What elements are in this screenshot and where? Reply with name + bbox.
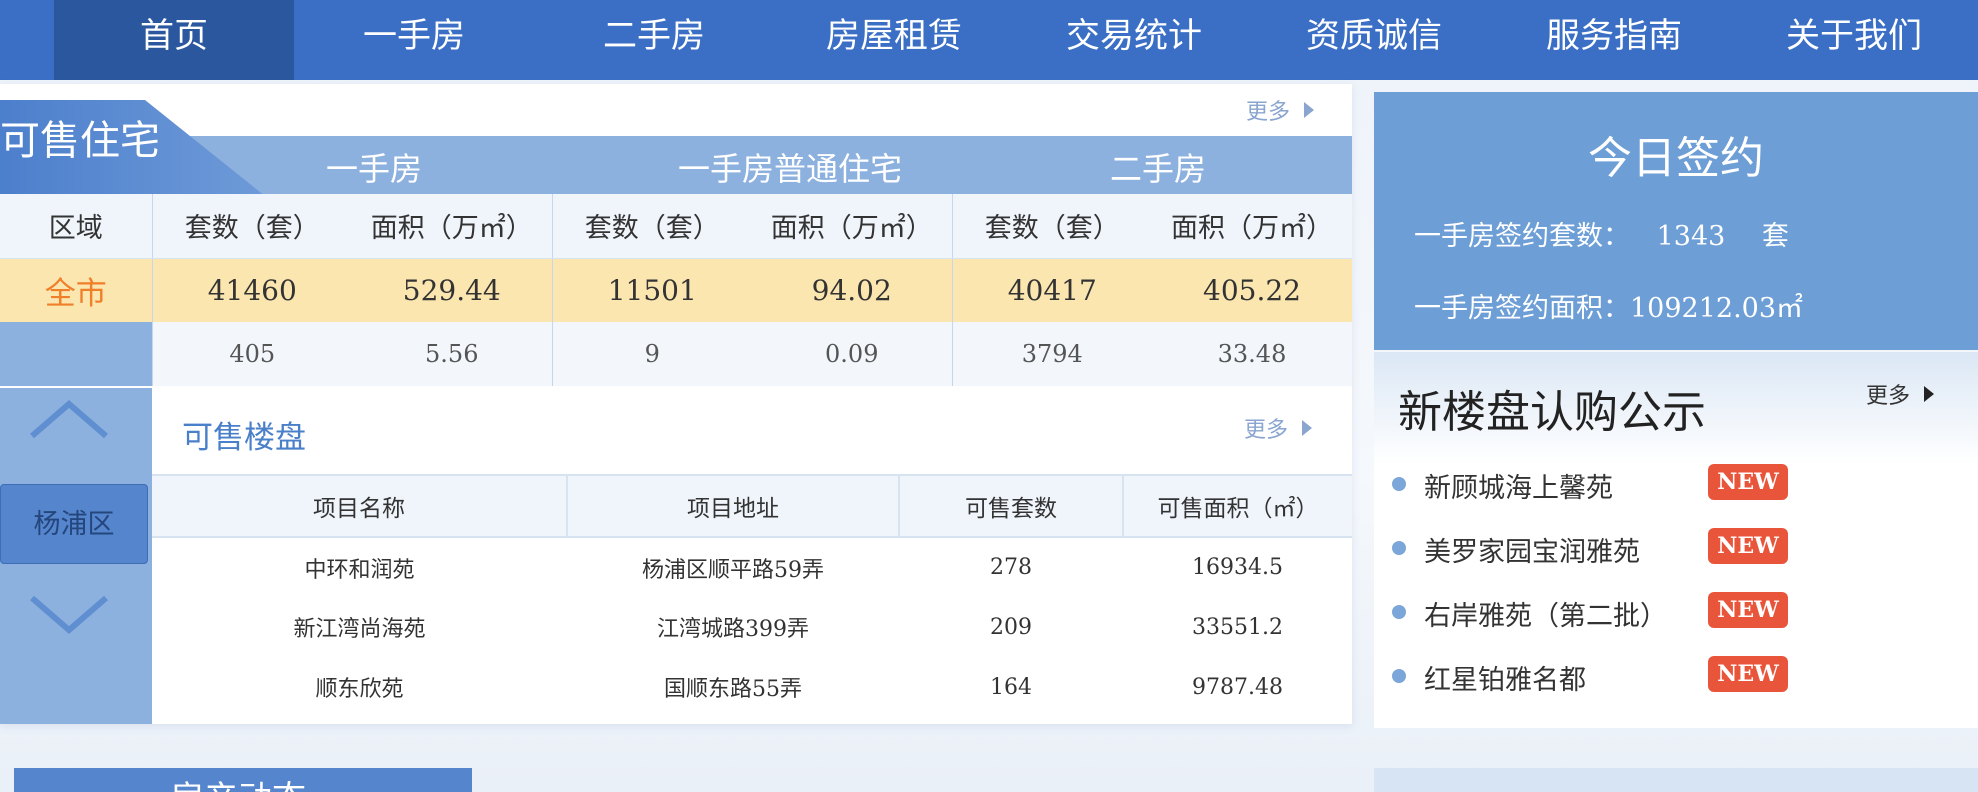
table-cell: 5.56 [352, 322, 552, 386]
triangle-right-icon [1924, 386, 1935, 402]
more-label: 更多 [1244, 418, 1289, 443]
table-cell: 0.09 [752, 322, 952, 386]
tab-available-housing[interactable]: 可售住宅 [0, 108, 160, 166]
table-cell: 3794 [951, 322, 1152, 386]
more-label: 更多 [1246, 100, 1291, 125]
col-count: 套数（套） [551, 194, 752, 259]
today-sign-title: 今日签约 [1588, 133, 1764, 184]
stats-header-row: 区域 套数（套） 面积（万㎡） 套数（套） 面积（万㎡） 套数（套） 面积（万㎡… [0, 194, 1352, 259]
district-row-spacer [0, 322, 152, 386]
project-units: 164 [899, 657, 1123, 717]
projects-more-link[interactable]: 更多 [1244, 412, 1313, 444]
district-selector-button[interactable]: 杨浦区 [0, 484, 148, 564]
sign-count-label: 一手房签约套数： [1414, 221, 1630, 252]
stats-table: 区域 套数（套） 面积（万㎡） 套数（套） 面积（万㎡） 套数（套） 面积（万㎡… [0, 194, 1352, 386]
table-cell: 40417 [951, 258, 1152, 322]
project-address: 江湾城路399弄 [567, 597, 899, 657]
bottom-right-panel [1374, 768, 1978, 792]
citywide-label: 全市 [0, 258, 152, 322]
table-row[interactable]: 顺东欣苑 国顺东路55弄 164 9787.48 [152, 657, 1352, 717]
sign-area-label: 一手房签约面积： [1414, 293, 1630, 324]
project-units: 209 [899, 597, 1123, 657]
col-project-name: 项目名称 [152, 474, 567, 538]
project-name[interactable]: 顺东欣苑 [152, 657, 567, 717]
bullet-icon [1392, 605, 1406, 619]
col-area: 面积（万㎡） [752, 194, 952, 259]
bottom-left-title[interactable]: 房产动态 [170, 782, 306, 792]
nav-item-home[interactable]: 首页 [54, 0, 294, 80]
table-cell: 94.02 [752, 258, 952, 322]
table-cell: 11501 [551, 258, 752, 322]
projects-title: 可售楼盘 [182, 420, 306, 456]
bullet-icon [1392, 669, 1406, 683]
new-badge: NEW [1708, 464, 1788, 500]
nav-item-about[interactable]: 关于我们 [1734, 0, 1974, 80]
new-badge: NEW [1708, 592, 1788, 628]
table-cell: 529.44 [352, 258, 552, 322]
col-region: 区域 [0, 194, 152, 259]
more-label: 更多 [1866, 384, 1911, 409]
table-cell: 33.48 [1152, 322, 1352, 386]
col-count: 套数（套） [151, 194, 352, 259]
listing-name[interactable]: 新顾城海上馨苑 [1424, 466, 1613, 505]
listing-name[interactable]: 美罗家园宝润雅苑 [1424, 530, 1640, 569]
project-units: 278 [899, 537, 1123, 597]
nav-item-statistics[interactable]: 交易统计 [1014, 0, 1254, 80]
nav-item-new-homes[interactable]: 一手房 [294, 0, 534, 80]
project-name[interactable]: 新江湾尚海苑 [152, 597, 567, 657]
col-count: 套数（套） [951, 194, 1152, 259]
sign-area-line: 一手房签约面积：109212.03㎡ [1414, 286, 1803, 325]
district-row: 405 5.56 9 0.09 3794 33.48 [0, 322, 1352, 386]
projects-table: 项目名称 项目地址 可售套数 可售面积（㎡） 中环和润苑 杨浦区顺平路59弄 2… [152, 474, 1352, 717]
sign-count-line: 一手房签约套数： 1343 套 [1414, 214, 1789, 253]
nav-item-service-guide[interactable]: 服务指南 [1494, 0, 1734, 80]
table-cell: 41460 [151, 258, 352, 322]
today-sign-panel: 今日签约 一手房签约套数： 1343 套 一手房签约面积：109212.03㎡ [1374, 92, 1978, 350]
col-area: 面积（万㎡） [352, 194, 552, 259]
citywide-row: 全市 41460 529.44 11501 94.02 40417 405.22 [0, 258, 1352, 322]
bullet-icon [1392, 541, 1406, 555]
chevron-up-icon[interactable] [28, 398, 110, 440]
project-area: 9787.48 [1123, 657, 1352, 717]
sign-area-value: 109212.03㎡ [1630, 293, 1804, 324]
col-available-area: 可售面积（㎡） [1122, 474, 1352, 538]
col-available-units: 可售套数 [898, 474, 1123, 538]
new-listings-title: 新楼盘认购公示 [1398, 387, 1706, 438]
project-name[interactable]: 中环和润苑 [152, 537, 567, 597]
nav-item-credit[interactable]: 资质诚信 [1254, 0, 1494, 80]
new-badge: NEW [1708, 528, 1788, 564]
table-cell: 405 [151, 322, 352, 386]
nav-item-second-hand[interactable]: 二手房 [534, 0, 774, 80]
stats-group-header: 一手房 一手房普通住宅 二手房 [150, 136, 1352, 194]
group-second-hand: 二手房 [1109, 150, 1206, 188]
group-new-ordinary: 一手房普通住宅 [677, 150, 902, 188]
table-cell: 9 [551, 322, 752, 386]
new-badge: NEW [1708, 656, 1788, 692]
col-project-address: 项目地址 [566, 474, 899, 538]
nav-item-rental[interactable]: 房屋租赁 [774, 0, 1014, 80]
project-area: 16934.5 [1123, 537, 1352, 597]
table-row[interactable]: 新江湾尚海苑 江湾城路399弄 209 33551.2 [152, 597, 1352, 657]
project-address: 国顺东路55弄 [567, 657, 899, 717]
project-address: 杨浦区顺平路59弄 [567, 537, 899, 597]
sign-count-unit: 套 [1761, 221, 1789, 252]
project-area: 33551.2 [1123, 597, 1352, 657]
projects-header-row: 项目名称 项目地址 可售套数 可售面积（㎡） [152, 474, 1352, 538]
table-row[interactable]: 中环和润苑 杨浦区顺平路59弄 278 16934.5 [152, 537, 1352, 597]
listing-name[interactable]: 右岸雅苑（第二批） [1424, 594, 1667, 633]
top-nav: 首页 一手房 二手房 房屋租赁 交易统计 资质诚信 服务指南 关于我们 [0, 0, 1978, 80]
col-area: 面积（万㎡） [1152, 194, 1352, 259]
sign-count-value: 1343 [1656, 221, 1726, 252]
table-cell: 405.22 [1152, 258, 1352, 322]
triangle-right-icon [1302, 420, 1313, 436]
chevron-down-icon[interactable] [28, 594, 110, 636]
group-new-homes: 一手房 [325, 150, 422, 188]
triangle-right-icon [1304, 102, 1315, 118]
bullet-icon [1392, 477, 1406, 491]
new-listings-more-link[interactable]: 更多 [1866, 378, 1935, 410]
sales-more-link[interactable]: 更多 [1246, 94, 1315, 126]
listing-name[interactable]: 红星铂雅名都 [1424, 658, 1586, 697]
